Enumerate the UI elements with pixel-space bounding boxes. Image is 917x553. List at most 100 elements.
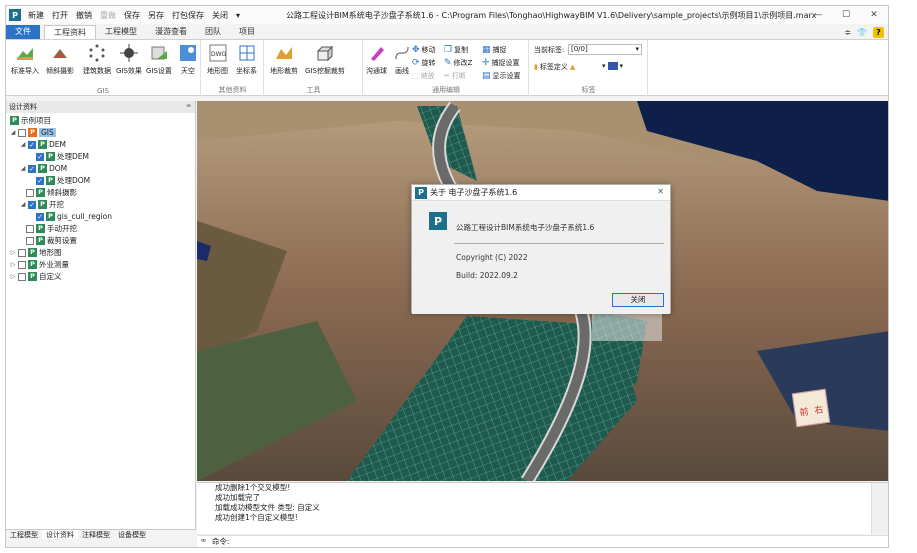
nav-cube-face-right[interactable]: 右 xyxy=(813,402,824,416)
qa-save-as-button[interactable]: 另存 xyxy=(145,10,167,21)
tree-item-dom[interactable]: ◢ ✓ P DOM xyxy=(20,163,67,174)
qa-open-button[interactable]: 打开 xyxy=(49,10,71,21)
checkbox[interactable]: ✓ xyxy=(28,164,36,173)
checkbox[interactable]: ✓ xyxy=(28,140,36,149)
collapse-ribbon-icon[interactable]: ≑ xyxy=(844,28,851,37)
break-icon: ✂ xyxy=(444,72,450,80)
checkbox[interactable] xyxy=(26,236,34,245)
current-label-select[interactable]: [0/0] xyxy=(568,44,642,55)
layer-icon: P xyxy=(28,248,37,257)
skin-icon[interactable]: 👕 xyxy=(857,28,867,37)
tree-item-clip-settings[interactable]: P 裁剪设置 xyxy=(26,235,77,246)
checkbox[interactable]: ✓ xyxy=(28,200,36,209)
nav-cube[interactable]: 前 右 xyxy=(791,388,831,428)
tab-annotation-model[interactable]: 注释模型 xyxy=(78,530,114,539)
collapse-icon[interactable]: ◢ xyxy=(20,201,26,208)
tree-item-dem[interactable]: ◢ ✓ P DEM xyxy=(20,139,66,150)
modify-z-button[interactable]: ✎ 修改Z xyxy=(444,58,472,68)
topo-map-button[interactable]: DWG 地形图 xyxy=(207,43,228,76)
tab-engineering-model[interactable]: 工程模型 xyxy=(6,530,42,539)
copy-button[interactable]: ❐ 复制 xyxy=(444,45,468,55)
tree-item-custom[interactable]: ▷ P 自定义 xyxy=(10,271,62,282)
coord-system-button[interactable]: 坐标系 xyxy=(236,43,257,76)
oblique-photo-button[interactable]: 倾斜摄影 xyxy=(46,43,74,76)
checkbox[interactable] xyxy=(18,272,26,281)
sphere-button[interactable]: 沟通球 xyxy=(366,43,387,76)
expand-icon[interactable]: ▷ xyxy=(10,249,16,256)
tab-team[interactable]: 团队 xyxy=(196,25,230,39)
snap-button[interactable]: ▦ 捕捉 xyxy=(482,45,507,55)
checkbox[interactable] xyxy=(18,128,26,137)
panel-header: 设计资料 ꟹ xyxy=(6,101,195,113)
display-settings-button[interactable]: ▤ 显示设置 xyxy=(482,71,521,81)
rotate-button[interactable]: ⟳ 旋转 xyxy=(412,58,436,68)
collapse-icon[interactable]: ◢ xyxy=(10,129,16,136)
checkbox[interactable]: ✓ xyxy=(36,176,44,185)
snap-icon: ▦ xyxy=(482,45,491,55)
tab-file[interactable]: 文件 xyxy=(6,25,40,39)
tab-project-model[interactable]: 工程模型 xyxy=(96,25,146,39)
checkbox[interactable] xyxy=(18,260,26,269)
close-icon[interactable]: ✕ xyxy=(860,6,888,24)
break-button[interactable]: ✂ 打断 xyxy=(444,71,466,81)
tab-roam-view[interactable]: 漫游查看 xyxy=(146,25,196,39)
tree-item-topo[interactable]: ▷ P 地形图 xyxy=(10,247,62,258)
gis-effect-button[interactable]: GIS效果 xyxy=(116,43,142,76)
sky-button[interactable]: 天空 xyxy=(178,43,198,76)
tree-item-manual-excavate[interactable]: P 手动开挖 xyxy=(26,223,77,234)
minimize-icon[interactable]: — xyxy=(804,6,832,24)
close-dialog-button[interactable]: 关闭 xyxy=(612,293,664,307)
pin-icon[interactable]: ꟹ xyxy=(201,537,206,546)
gis-settings-button[interactable]: GIS设置 xyxy=(146,43,172,76)
nav-cube-face-front[interactable]: 前 xyxy=(799,404,809,418)
dialog-close-icon[interactable]: ✕ xyxy=(657,187,664,196)
tree-item-field-survey[interactable]: ▷ P 外业测量 xyxy=(10,259,69,270)
tab-project-data[interactable]: 工程资料 xyxy=(44,25,96,39)
snap-settings-button[interactable]: ✛ 捕捉设置 xyxy=(482,58,520,68)
tab-project[interactable]: 项目 xyxy=(230,25,264,39)
qa-save-button[interactable]: 保存 xyxy=(121,10,143,21)
command-line[interactable]: ꟹ 命令: xyxy=(197,535,888,547)
label-color-button[interactable]: ▾ ▾ xyxy=(602,62,623,70)
building-data-button[interactable]: 建筑数据 xyxy=(83,43,111,76)
tree-item-process-dem[interactable]: ✓ P 处理DEM xyxy=(36,151,89,162)
tree-item-oblique[interactable]: P 倾斜摄影 xyxy=(26,187,77,198)
tab-equipment-model[interactable]: 设备模型 xyxy=(114,530,150,539)
pin-icon[interactable]: ꟹ xyxy=(186,101,191,113)
terrain-clip-button[interactable]: 地形裁剪 xyxy=(270,43,298,76)
qa-redo-button[interactable]: 重做 xyxy=(97,10,119,21)
qa-close-button[interactable]: 关闭 xyxy=(209,10,231,21)
expand-icon[interactable]: ▷ xyxy=(10,273,16,280)
checkbox[interactable] xyxy=(26,224,34,233)
layer-icon: P xyxy=(46,176,55,185)
output-scrollbar[interactable] xyxy=(871,483,888,534)
checkbox[interactable]: ✓ xyxy=(36,212,44,221)
expand-icon[interactable]: ▷ xyxy=(10,261,16,268)
help-icon[interactable]: ? xyxy=(873,26,884,38)
std-import-button[interactable]: 标准导入 xyxy=(11,43,39,76)
tree-item-excavate[interactable]: ◢ ✓ P 开挖 xyxy=(20,199,64,210)
qa-undo-button[interactable]: 撤销 xyxy=(73,10,95,21)
draw-line-button[interactable]: 画线 xyxy=(392,43,412,76)
tree-item-gis[interactable]: ◢ P GIS xyxy=(10,127,56,138)
checkbox[interactable] xyxy=(18,248,26,257)
checkbox[interactable] xyxy=(26,188,34,197)
gis-dig-clip-button[interactable]: GIS挖掘裁剪 xyxy=(305,43,345,76)
tab-design-data[interactable]: 设计资料 xyxy=(42,530,78,539)
ribbon-group-label: 其他资料 xyxy=(218,86,247,94)
qa-pack-save-button[interactable]: 打包保存 xyxy=(169,10,207,21)
collapse-icon[interactable]: ◢ xyxy=(20,141,26,148)
tree-item-process-dom[interactable]: ✓ P 处理DOM xyxy=(36,175,90,186)
dropdown-icon: ▾ xyxy=(619,62,624,70)
scale-button[interactable]: ⬚ 缩放 xyxy=(412,71,435,81)
qa-new-button[interactable]: 新建 xyxy=(25,10,47,21)
dropdown-icon: ▾ xyxy=(602,62,606,70)
checkbox[interactable]: ✓ xyxy=(36,152,44,161)
qa-dropdown-icon[interactable]: ▾ xyxy=(233,11,243,20)
collapse-icon[interactable]: ◢ xyxy=(20,165,26,172)
label-define-button[interactable]: ▮ 标签定义 ▲ xyxy=(534,62,575,72)
tree-item-project[interactable]: P 示例项目 xyxy=(10,115,51,126)
move-button[interactable]: ✥ 移动 xyxy=(412,45,436,55)
tree-item-cull-region[interactable]: ✓ Pgis_cull_region xyxy=(36,211,112,222)
maximize-icon[interactable]: ☐ xyxy=(832,6,860,24)
